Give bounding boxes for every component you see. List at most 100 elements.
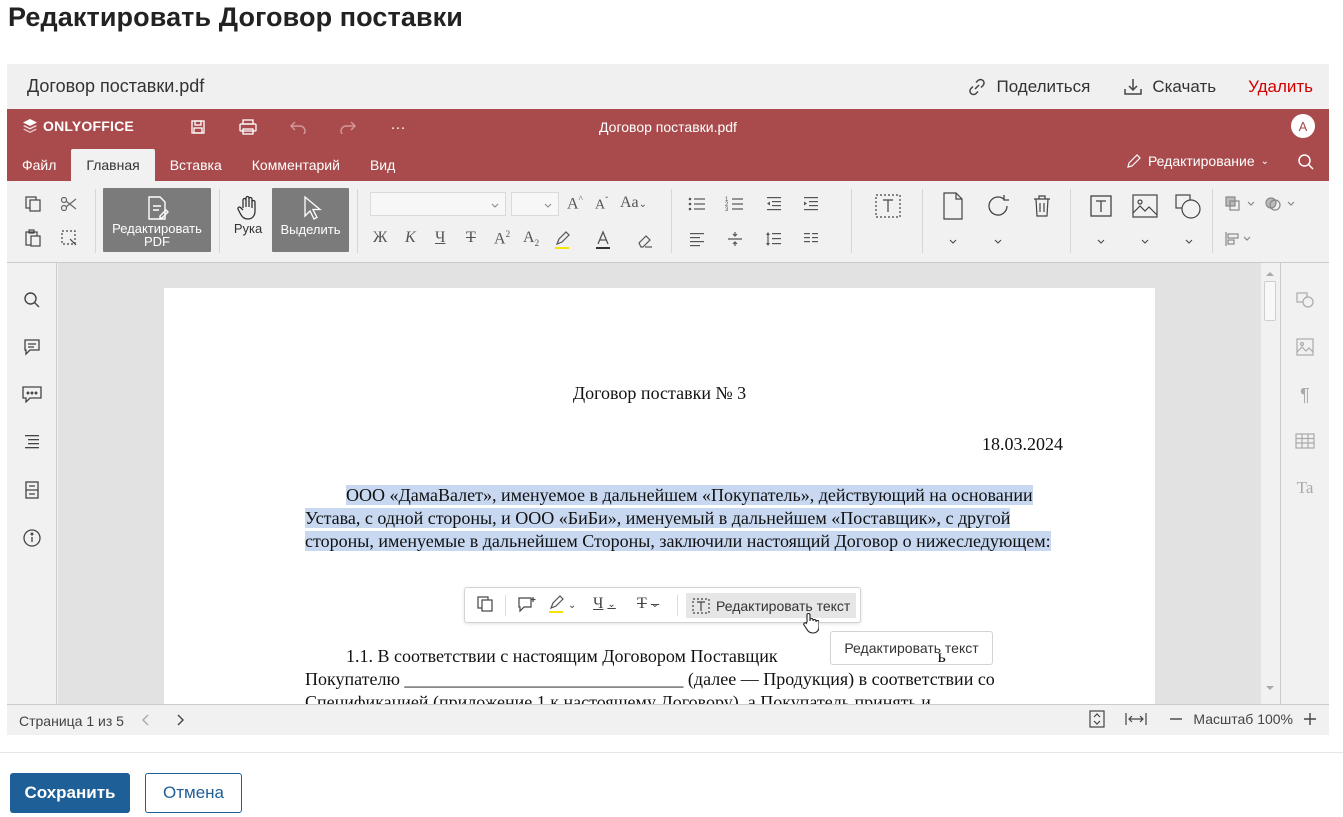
document-canvas: Договор поставки № 3 18.03.2024 ООО «Дам… xyxy=(58,263,1261,704)
select-tool-label: Выделить xyxy=(280,222,341,237)
prev-page-icon[interactable] xyxy=(140,713,152,730)
page-title: Редактировать Договор поставки xyxy=(8,2,463,32)
tab-comment[interactable]: Комментарий xyxy=(237,149,355,181)
edit-text-label: Редактировать текст xyxy=(716,597,851,614)
selected-paragraph[interactable]: ООО «ДамаВалет», именуемое в дальнейшем … xyxy=(305,484,1075,553)
decrease-indent-icon[interactable] xyxy=(763,193,785,215)
chevron-down-icon: ⌄ xyxy=(607,598,616,610)
clause-text: 1.1. В соответствии с настоящим Договоро… xyxy=(305,645,1075,704)
zoom-out-icon[interactable] xyxy=(1169,712,1183,726)
increase-font-icon[interactable]: A^ xyxy=(567,194,583,213)
search-icon[interactable] xyxy=(1297,153,1315,176)
columns-icon[interactable] xyxy=(800,228,822,250)
font-family-select[interactable] xyxy=(370,192,506,216)
vertical-align-icon[interactable] xyxy=(724,228,746,250)
download-icon xyxy=(1124,78,1143,95)
group-icon[interactable] xyxy=(1263,193,1297,215)
copy-icon[interactable] xyxy=(476,595,494,613)
zoom-level: Масштаб 100% xyxy=(1193,711,1293,727)
select-tool-button[interactable]: Выделить xyxy=(272,188,349,252)
bold-icon[interactable]: Ж xyxy=(373,229,387,247)
fit-width-icon[interactable] xyxy=(1125,712,1148,726)
bullets-icon[interactable] xyxy=(686,193,708,215)
chevron-down-icon[interactable] xyxy=(1134,231,1156,253)
info-icon[interactable] xyxy=(22,528,42,548)
vertical-scrollbar[interactable] xyxy=(1261,263,1279,704)
align-objects-icon[interactable] xyxy=(1223,228,1257,250)
font-color-icon[interactable] xyxy=(592,229,614,251)
zoom-in-icon[interactable] xyxy=(1303,712,1317,726)
document-date: 18.03.2024 xyxy=(982,434,1063,454)
shape-settings-icon[interactable] xyxy=(1295,291,1315,309)
tab-file[interactable]: Файл xyxy=(7,149,71,181)
paragraph-settings-icon[interactable]: ¶ xyxy=(1300,385,1310,406)
text-box-icon[interactable] xyxy=(874,193,902,219)
thumbnails-icon[interactable] xyxy=(24,480,40,500)
table-settings-icon[interactable] xyxy=(1295,433,1315,449)
search-icon[interactable] xyxy=(23,291,41,309)
arrange-icon[interactable] xyxy=(1223,193,1257,215)
blank-page-icon[interactable] xyxy=(939,191,967,221)
cut-icon[interactable] xyxy=(58,193,80,215)
cancel-button[interactable]: Отмена xyxy=(145,773,242,813)
decrease-font-icon[interactable]: Aˇ xyxy=(595,195,608,214)
subscript-icon[interactable]: A2 xyxy=(523,229,539,248)
strikethrough-icon[interactable]: Т ⌄ xyxy=(637,595,659,613)
copy-icon[interactable] xyxy=(22,193,44,215)
superscript-icon[interactable]: A2 xyxy=(494,229,510,248)
tab-home[interactable]: Главная xyxy=(71,149,155,181)
mode-label: Редактирование xyxy=(1147,153,1255,169)
download-button[interactable]: Скачать xyxy=(1122,76,1216,98)
text-art-icon[interactable]: Ta xyxy=(1297,478,1314,498)
left-sidebar xyxy=(7,263,57,704)
align-icon[interactable] xyxy=(686,228,708,250)
tab-view[interactable]: Вид xyxy=(355,149,410,181)
strikethrough-icon[interactable]: Т xyxy=(466,229,476,247)
italic-icon[interactable]: К xyxy=(405,229,416,247)
chevron-down-icon[interactable] xyxy=(942,231,964,253)
tab-insert[interactable]: Вставка xyxy=(155,149,237,181)
share-button[interactable]: Поделиться xyxy=(966,76,1090,98)
next-page-icon[interactable] xyxy=(174,713,186,730)
line-spacing-icon[interactable] xyxy=(763,228,785,250)
paste-icon[interactable] xyxy=(22,227,44,249)
highlight-icon[interactable]: ⌄ xyxy=(548,595,576,615)
hand-pointer-icon xyxy=(801,612,820,639)
shapes-icon[interactable] xyxy=(1174,193,1202,219)
comment-icon[interactable] xyxy=(23,338,41,356)
clear-format-icon[interactable] xyxy=(634,229,656,251)
highlight-icon[interactable] xyxy=(552,229,574,251)
scrollbar-thumb[interactable] xyxy=(1264,281,1276,321)
select-all-icon[interactable] xyxy=(58,227,80,249)
chat-icon[interactable] xyxy=(21,385,42,403)
numbering-icon[interactable]: 123 xyxy=(724,193,746,215)
fit-page-icon[interactable] xyxy=(1089,710,1106,728)
save-button[interactable]: Сохранить xyxy=(10,773,130,813)
scroll-down-arrow[interactable] xyxy=(1265,680,1275,698)
image-icon[interactable] xyxy=(1131,193,1159,219)
chevron-down-icon[interactable] xyxy=(1090,231,1112,253)
hand-tool-button[interactable]: Рука xyxy=(227,188,269,252)
increase-indent-icon[interactable] xyxy=(800,193,822,215)
mode-dropdown[interactable]: Редактирование ⌄ xyxy=(1126,153,1269,169)
image-settings-icon[interactable] xyxy=(1296,338,1314,356)
font-size-select[interactable] xyxy=(511,192,559,216)
edit-text-button[interactable]: Редактировать текст xyxy=(686,593,857,618)
add-comment-icon[interactable] xyxy=(517,595,537,613)
delete-button[interactable]: Удалить xyxy=(1248,77,1313,97)
delete-page-icon[interactable] xyxy=(1029,193,1055,219)
page-indicator[interactable]: Страница 1 из 5 xyxy=(19,713,124,729)
clause-line-1-tail: ь xyxy=(937,646,946,666)
chevron-down-icon[interactable] xyxy=(1178,231,1200,253)
navigation-icon[interactable] xyxy=(23,433,41,449)
chevron-down-icon[interactable] xyxy=(987,231,1009,253)
underline-icon[interactable]: Ч xyxy=(435,229,445,247)
change-case-icon[interactable]: Aa⌄ xyxy=(620,194,647,212)
rotate-icon[interactable] xyxy=(983,191,1013,221)
insert-text-icon[interactable] xyxy=(1088,193,1114,219)
file-bar: Договор поставки.pdf Поделиться Скачать … xyxy=(7,64,1329,109)
edit-document-icon xyxy=(148,196,169,220)
avatar[interactable]: A xyxy=(1291,114,1315,138)
edit-pdf-button[interactable]: Редактировать PDF xyxy=(103,188,211,252)
underline-icon[interactable]: Ч ⌄ xyxy=(593,595,616,613)
